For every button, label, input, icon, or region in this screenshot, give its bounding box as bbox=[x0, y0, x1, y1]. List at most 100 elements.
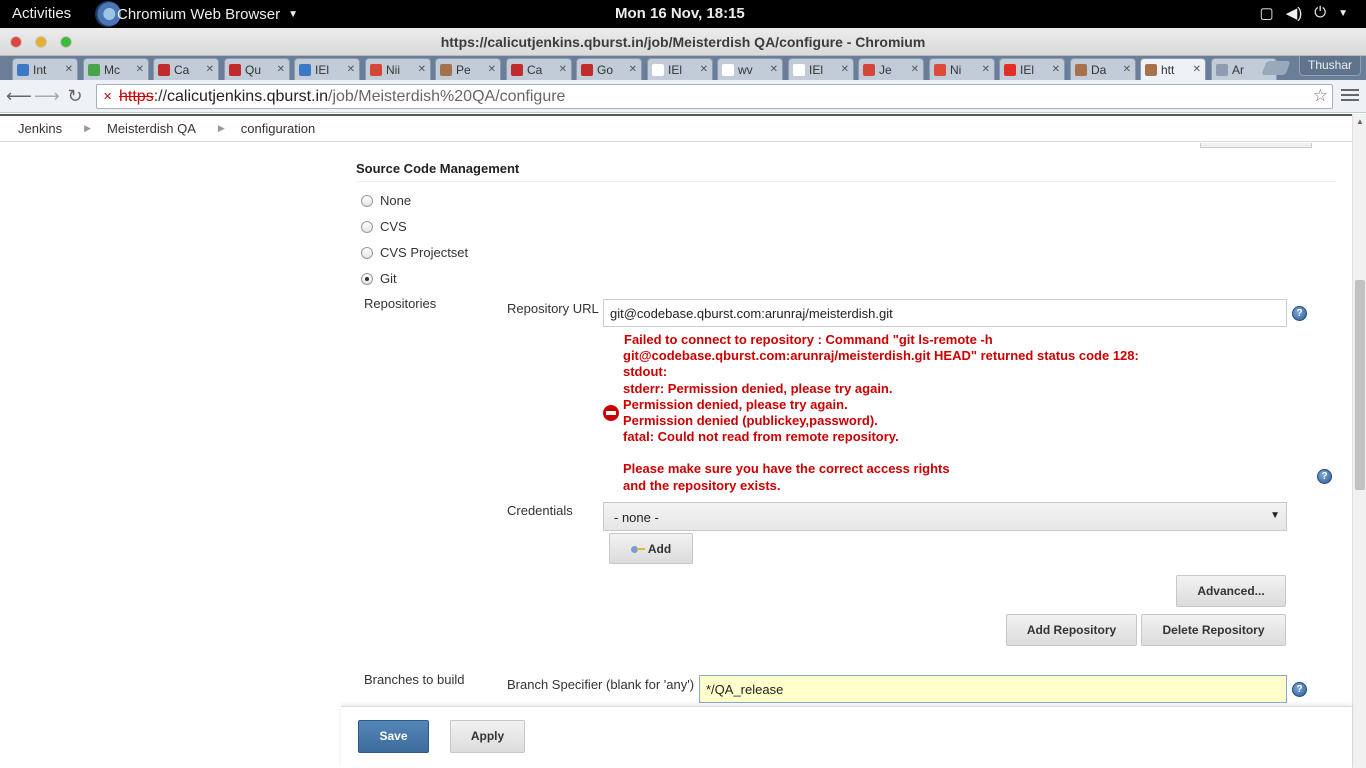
close-tab-icon[interactable]: ✕ bbox=[488, 64, 496, 75]
scm-option-none[interactable]: None bbox=[361, 193, 411, 208]
tab-label: Qu bbox=[245, 62, 262, 77]
browser-tab[interactable]: Da ✕ bbox=[1070, 58, 1136, 80]
tab-favicon-icon bbox=[863, 63, 875, 76]
new-tab-button[interactable] bbox=[1261, 61, 1291, 75]
config-form: Source Code Management None CVS CVS Proj… bbox=[0, 143, 1352, 768]
url-host: calicutjenkins.qburst.in bbox=[167, 88, 328, 105]
reload-button[interactable]: ↻ bbox=[64, 86, 86, 108]
activities-button[interactable]: Activities bbox=[12, 5, 71, 22]
radio-cvs-projectset[interactable] bbox=[361, 246, 373, 259]
browser-tab[interactable]: Int ✕ bbox=[12, 58, 78, 80]
vertical-scrollbar[interactable]: ▲ bbox=[1352, 114, 1366, 768]
browser-tab[interactable]: Ni ✕ bbox=[929, 58, 995, 80]
close-tab-icon[interactable]: ✕ bbox=[347, 64, 355, 75]
previous-section-button[interactable] bbox=[1200, 143, 1312, 148]
tab-label: Go bbox=[597, 62, 614, 77]
browser-tab[interactable]: Mc ✕ bbox=[83, 58, 149, 80]
breadcrumb-job[interactable]: Meisterdish QA bbox=[107, 121, 196, 136]
scm-option-git[interactable]: Git bbox=[361, 271, 397, 286]
scroll-up-icon[interactable]: ▲ bbox=[1356, 117, 1364, 126]
browser-tab[interactable]: Je ✕ bbox=[858, 58, 924, 80]
forward-button[interactable]: ⟶ bbox=[34, 86, 60, 108]
browser-tab[interactable]: wv ✕ bbox=[717, 58, 783, 80]
credentials-select[interactable]: - none - ▼ bbox=[603, 502, 1287, 531]
address-bar[interactable]: ✕ https://calicutjenkins.qburst.in/job/M… bbox=[96, 84, 1333, 109]
radio-git[interactable] bbox=[361, 272, 373, 285]
close-tab-icon[interactable]: ✕ bbox=[911, 64, 919, 75]
radio-none[interactable] bbox=[361, 194, 373, 207]
tab-label: Ar bbox=[1232, 62, 1244, 77]
scrollbar-thumb[interactable] bbox=[1355, 280, 1365, 490]
profile-button[interactable]: Thushar bbox=[1299, 56, 1361, 76]
close-tab-icon[interactable]: ✕ bbox=[770, 64, 778, 75]
browser-tab[interactable]: IEl ✕ bbox=[999, 58, 1065, 80]
close-tab-icon[interactable]: ✕ bbox=[559, 64, 567, 75]
error-line: Permission denied, please try again. bbox=[623, 396, 848, 412]
tab-favicon-icon bbox=[1145, 63, 1157, 76]
tab-favicon-icon bbox=[581, 63, 593, 76]
add-credentials-button[interactable]: Add bbox=[609, 533, 693, 564]
close-tab-icon[interactable]: ✕ bbox=[136, 64, 144, 75]
close-tab-icon[interactable]: ✕ bbox=[277, 64, 285, 75]
error-line: git@codebase.qburst.com:arunraj/meisterd… bbox=[623, 348, 1139, 364]
scm-option-cvs-projectset[interactable]: CVS Projectset bbox=[361, 245, 468, 260]
repositories-label: Repositories bbox=[364, 296, 437, 311]
app-menu[interactable]: Chromium Web Browser ▼ bbox=[95, 1, 298, 27]
back-button[interactable]: ⟵ bbox=[6, 86, 32, 108]
close-tab-icon[interactable]: ✕ bbox=[418, 64, 426, 75]
close-tab-icon[interactable]: ✕ bbox=[841, 64, 849, 75]
volume-icon[interactable]: ◀) bbox=[1286, 4, 1303, 24]
system-tray[interactable]: ▢ ◀) ⏻ ▼ bbox=[1260, 4, 1349, 24]
delete-repository-button[interactable]: Delete Repository bbox=[1141, 614, 1286, 646]
save-button[interactable]: Save bbox=[358, 720, 429, 753]
browser-menu-button[interactable] bbox=[1341, 86, 1359, 106]
close-tab-icon[interactable]: ✕ bbox=[1052, 64, 1060, 75]
close-tab-icon[interactable]: ✕ bbox=[629, 64, 637, 75]
dropdown-arrow-icon: ▼ bbox=[1270, 510, 1280, 521]
repository-url-input[interactable]: git@codebase.qburst.com:arunraj/meisterd… bbox=[603, 299, 1287, 327]
close-tab-icon[interactable]: ✕ bbox=[1123, 64, 1131, 75]
breadcrumb-configuration[interactable]: configuration bbox=[241, 121, 315, 136]
tab-label: Ni bbox=[950, 62, 962, 77]
breadcrumb: Jenkins ▶ Meisterdish QA ▶ configuration bbox=[0, 114, 1352, 142]
breadcrumb-separator-icon[interactable]: ▶ bbox=[218, 123, 225, 134]
browser-tab[interactable]: Pe ✕ bbox=[435, 58, 501, 80]
browser-tab[interactable]: Nii ✕ bbox=[365, 58, 431, 80]
bookmark-star-icon[interactable]: ☆ bbox=[1313, 86, 1328, 106]
window-icon[interactable]: ▢ bbox=[1260, 4, 1274, 24]
form-action-bar: Save Apply bbox=[341, 706, 1352, 768]
browser-tab[interactable]: IEl ✕ bbox=[647, 58, 713, 80]
browser-tab[interactable]: htt ✕ bbox=[1140, 58, 1206, 80]
close-tab-icon[interactable]: ✕ bbox=[1193, 64, 1201, 75]
scm-option-cvs[interactable]: CVS bbox=[361, 219, 407, 234]
browser-tab[interactable]: Ca ✕ bbox=[506, 58, 572, 80]
close-tab-icon[interactable]: ✕ bbox=[65, 64, 73, 75]
tab-favicon-icon bbox=[652, 63, 664, 76]
browser-tab[interactable]: Go ✕ bbox=[576, 58, 642, 80]
breadcrumb-jenkins[interactable]: Jenkins bbox=[18, 121, 62, 136]
dropdown-arrow-icon[interactable]: ▼ bbox=[1338, 4, 1348, 24]
add-repository-button[interactable]: Add Repository bbox=[1006, 614, 1137, 646]
browser-tab[interactable]: Qu ✕ bbox=[224, 58, 290, 80]
url-text[interactable]: https://calicutjenkins.qburst.in/job/Mei… bbox=[119, 88, 565, 106]
breadcrumb-separator-icon[interactable]: ▶ bbox=[84, 123, 91, 134]
help-icon[interactable]: ? bbox=[1292, 682, 1307, 697]
close-tab-icon[interactable]: ✕ bbox=[206, 64, 214, 75]
radio-cvs[interactable] bbox=[361, 220, 373, 233]
browser-tab[interactable]: Ca ✕ bbox=[153, 58, 219, 80]
close-tab-icon[interactable]: ✕ bbox=[982, 64, 990, 75]
apply-button[interactable]: Apply bbox=[450, 720, 525, 753]
branches-to-build-label: Branches to build bbox=[364, 672, 465, 687]
power-icon[interactable]: ⏻ bbox=[1314, 4, 1326, 24]
help-icon[interactable]: ? bbox=[1317, 469, 1332, 484]
close-tab-icon[interactable]: ✕ bbox=[700, 64, 708, 75]
branch-specifier-input[interactable]: */QA_release bbox=[699, 675, 1287, 703]
browser-tab[interactable]: IEl ✕ bbox=[788, 58, 854, 80]
branch-specifier-label: Branch Specifier (blank for 'any') bbox=[507, 677, 695, 692]
browser-tab[interactable]: IEl ✕ bbox=[294, 58, 360, 80]
clock[interactable]: Mon 16 Nov, 18:15 bbox=[615, 5, 745, 22]
help-icon[interactable]: ? bbox=[1292, 306, 1307, 321]
advanced-button[interactable]: Advanced... bbox=[1176, 575, 1286, 607]
repository-url-label: Repository URL bbox=[507, 301, 599, 316]
insecure-lock-icon[interactable]: ✕ bbox=[103, 91, 115, 103]
